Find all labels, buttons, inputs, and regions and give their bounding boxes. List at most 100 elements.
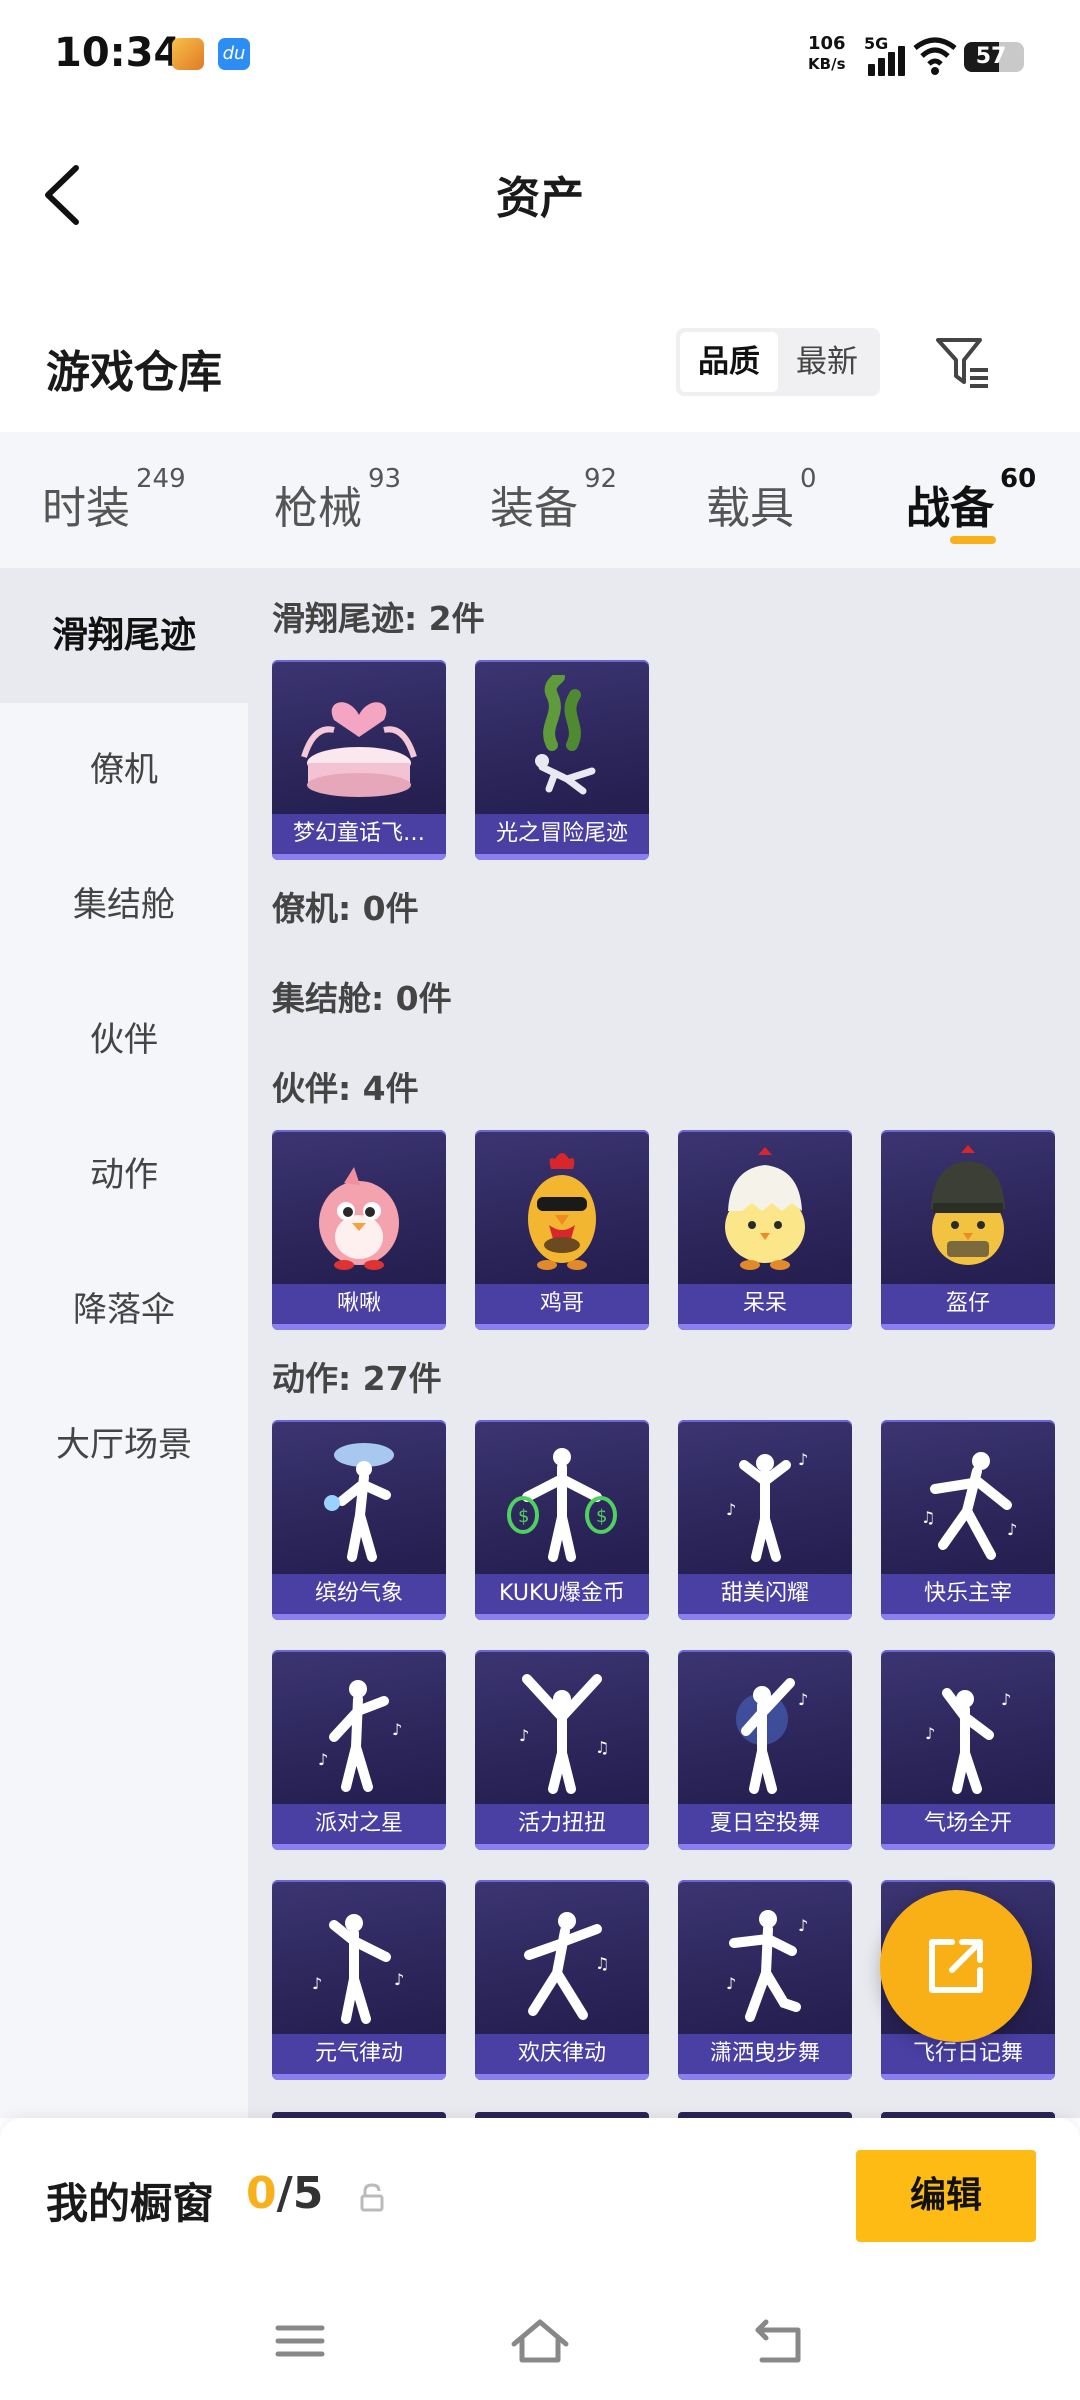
sidebar-item-parachute[interactable]: 降落伞 <box>0 1243 248 1378</box>
status-time: 10:34 <box>54 30 182 76</box>
lock-icon <box>360 2183 384 2212</box>
notification-app-icon <box>172 38 204 70</box>
item-label: 缤纷气象 <box>272 1574 446 1614</box>
svg-text:♪: ♪ <box>726 1974 736 1993</box>
item-label: 呆呆 <box>678 1284 852 1324</box>
dance-pose-icon: ♫ <box>524 1912 609 2020</box>
sunglasses-chicken-icon <box>528 1153 596 1270</box>
item-card[interactable]: 盔仔 <box>881 1130 1055 1330</box>
active-tab-indicator <box>950 536 996 544</box>
tab-vehicles[interactable]: 载具0 <box>706 464 817 536</box>
svg-text:♪: ♪ <box>925 1724 935 1743</box>
sort-newest-option[interactable]: 最新 <box>778 332 876 392</box>
dance-pose-icon: ♪ ♪ <box>312 1914 404 2024</box>
item-label: 派对之星 <box>272 1804 446 1844</box>
dance-pose-icon: ♪ <box>736 1678 808 1794</box>
signal-icon: 5G <box>864 34 908 76</box>
item-label: KUKU爆金币 <box>475 1574 649 1614</box>
dance-pose-icon: ♫ ♪ <box>921 1452 1017 1560</box>
status-bar: 10:34 du 106 KB/s 5G 57 <box>0 0 1080 110</box>
svg-text:♪: ♪ <box>798 1690 808 1709</box>
home-icon[interactable] <box>510 2316 570 2366</box>
item-card[interactable]: 缤纷气象 <box>272 1420 446 1620</box>
item-card[interactable]: 啾啾 <box>272 1130 446 1330</box>
dance-pose-icon <box>324 1443 394 1562</box>
item-label: 夏日空投舞 <box>678 1804 852 1844</box>
item-card[interactable]: ♪ ♪ 派对之星 <box>272 1650 446 1850</box>
item-card[interactable]: ♪ ♫ 活力扭扭 <box>475 1650 649 1850</box>
back-nav-icon[interactable] <box>750 2316 810 2366</box>
dance-pose-icon: ♪ ♪ <box>925 1688 1011 1794</box>
item-card[interactable]: ♪ 夏日空投舞 <box>678 1650 852 1850</box>
item-card[interactable]: ♫ ♪ 快乐主宰 <box>881 1420 1055 1620</box>
item-label: 活力扭扭 <box>475 1804 649 1844</box>
svg-text:♪: ♪ <box>394 1970 404 1989</box>
svg-text:♪: ♪ <box>798 1916 808 1935</box>
item-card[interactable]: 呆呆 <box>678 1130 852 1330</box>
tab-weapons[interactable]: 枪械93 <box>274 464 401 536</box>
sidebar-item-glide-trail[interactable]: 滑翔尾迹 <box>0 568 248 703</box>
showcase-title: 我的橱窗 <box>46 2179 215 2228</box>
svg-text:♪: ♪ <box>798 1450 808 1469</box>
egg-chick-icon <box>725 1147 805 1270</box>
item-label: 光之冒险尾迹 <box>475 814 649 854</box>
menu-icon[interactable] <box>270 2316 330 2366</box>
svg-text:$: $ <box>596 1506 607 1527</box>
share-button[interactable] <box>880 1890 1032 2042</box>
item-card[interactable]: 光之冒险尾迹 <box>475 660 649 860</box>
item-label: 快乐主宰 <box>881 1574 1055 1614</box>
tab-fashion[interactable]: 时装249 <box>42 464 186 536</box>
category-tabs: 时装249 枪械93 装备92 载具0 战备60 <box>0 432 1080 568</box>
tab-equipment[interactable]: 装备92 <box>490 464 617 536</box>
item-card[interactable]: ♪ ♪ 元气律动 <box>272 1880 446 2080</box>
smoke-trail-icon <box>535 675 596 795</box>
sort-quality-option[interactable]: 品质 <box>680 332 778 392</box>
group-title-pod: 集结舱: 0件 <box>272 979 452 1018</box>
item-label: 啾啾 <box>272 1284 446 1324</box>
network-speed: 106 KB/s <box>808 33 846 74</box>
page-title: 资产 <box>496 173 584 224</box>
sidebar-item-partner[interactable]: 伙伴 <box>0 973 248 1108</box>
svg-text:♪: ♪ <box>392 1720 402 1739</box>
svg-text:♪: ♪ <box>1007 1520 1017 1539</box>
warehouse-title: 游戏仓库 <box>46 347 222 398</box>
item-card[interactable]: ♫ 欢庆律动 <box>475 1880 649 2080</box>
item-card[interactable]: ♪ ♪ 气场全开 <box>881 1650 1055 1850</box>
item-label: 鸡哥 <box>475 1284 649 1324</box>
notification-du-icon: du <box>218 38 250 70</box>
edit-button[interactable]: 编辑 <box>856 2150 1036 2242</box>
svg-text:♪: ♪ <box>318 1750 328 1769</box>
sidebar-item-emote[interactable]: 动作 <box>0 1108 248 1243</box>
svg-text:♫: ♫ <box>595 1954 609 1973</box>
sort-toggle: 品质 最新 <box>676 328 880 396</box>
dance-pose-icon: ♪ ♪ <box>726 1910 808 2022</box>
item-card[interactable]: ♪ ♪ 甜美闪耀 <box>678 1420 852 1620</box>
group-title-partner: 伙伴: 4件 <box>272 1069 419 1108</box>
tab-battle-prep[interactable]: 战备60 <box>906 464 1036 536</box>
sidebar-item-lobby-scene[interactable]: 大厅场景 <box>0 1378 248 1513</box>
money-bag-pose-icon: $ $ <box>507 1448 617 1562</box>
heart-bed-icon <box>301 702 417 797</box>
item-label: 元气律动 <box>272 2034 446 2074</box>
pink-bird-icon <box>319 1167 399 1270</box>
sidebar: 滑翔尾迹 僚机 集结舱 伙伴 动作 降落伞 大厅场景 <box>0 568 248 2118</box>
svg-text:♫: ♫ <box>921 1508 935 1527</box>
item-card[interactable]: 鸡哥 <box>475 1130 649 1330</box>
showcase-count: 0/5 <box>246 2168 324 2219</box>
item-card[interactable]: $ $ KUKU爆金币 <box>475 1420 649 1620</box>
item-card[interactable]: 梦幻童话飞… <box>272 660 446 860</box>
sidebar-item-wingman[interactable]: 僚机 <box>0 703 248 838</box>
item-card[interactable]: ♪ ♪ 潇洒曳步舞 <box>678 1880 852 2080</box>
item-list[interactable]: 滑翔尾迹: 2件 梦幻童话飞… 光之冒险尾迹 僚机: 0件 集结舱: 0件 伙伴… <box>248 568 1080 2118</box>
sidebar-item-pod[interactable]: 集结舱 <box>0 838 248 973</box>
system-nav-bar <box>0 2280 1080 2400</box>
filter-icon[interactable] <box>934 334 992 392</box>
svg-text:♪: ♪ <box>1001 1690 1011 1709</box>
helmet-chick-icon <box>931 1145 1005 1265</box>
group-title-wingman: 僚机: 0件 <box>272 889 419 928</box>
svg-text:♪: ♪ <box>312 1974 322 1993</box>
group-title-emote: 动作: 27件 <box>272 1359 442 1398</box>
dance-pose-icon: ♪ ♫ <box>519 1674 609 1794</box>
dance-pose-icon: ♪ ♪ <box>318 1680 402 1792</box>
item-label: 欢庆律动 <box>475 2034 649 2074</box>
